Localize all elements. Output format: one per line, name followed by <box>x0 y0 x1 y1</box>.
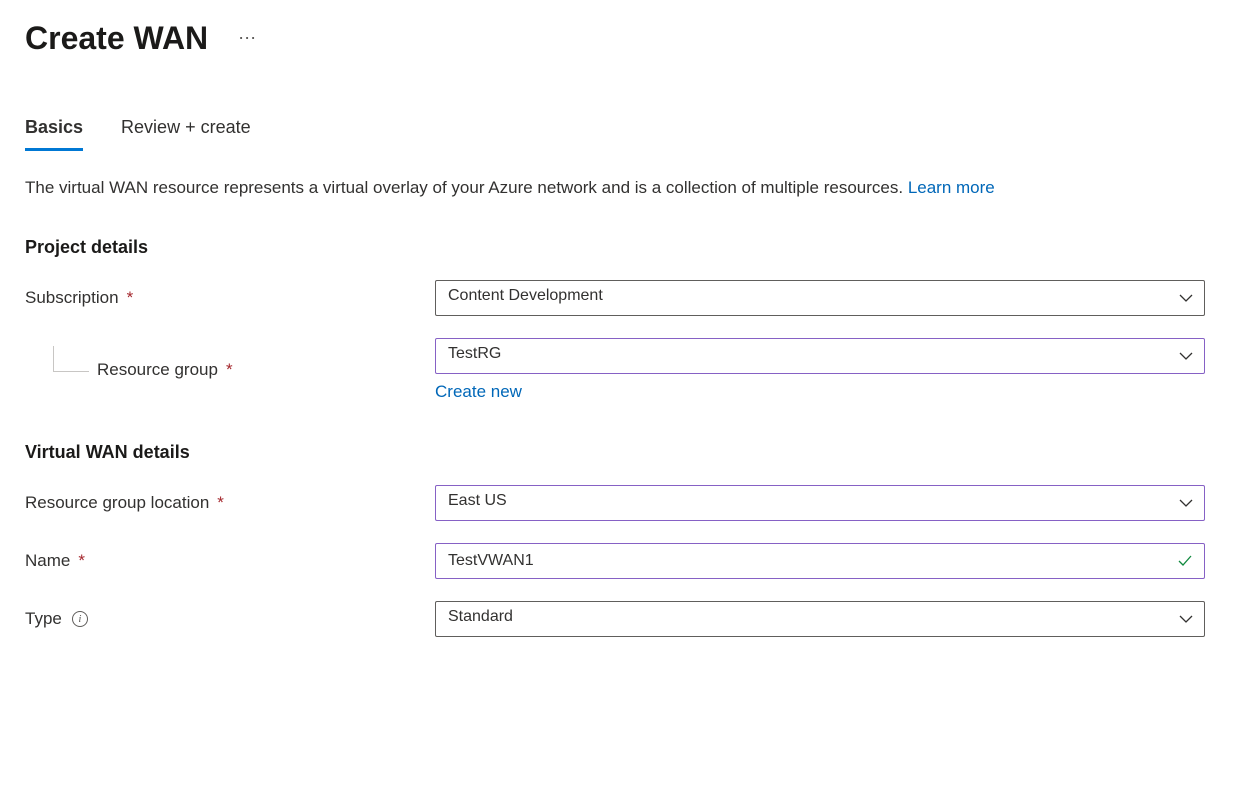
row-type: Type i Standard <box>25 601 1221 637</box>
tab-review-create[interactable]: Review + create <box>121 117 251 151</box>
subscription-select[interactable]: Content Development <box>435 280 1205 316</box>
row-subscription: Subscription * Content Development <box>25 280 1221 316</box>
section-title-vwan-details: Virtual WAN details <box>25 442 1221 463</box>
label-subscription: Subscription * <box>25 288 435 308</box>
description-body: The virtual WAN resource represents a vi… <box>25 178 908 197</box>
resource-group-select[interactable]: TestRG <box>435 338 1205 374</box>
row-name: Name * <box>25 543 1221 579</box>
section-vwan-details: Virtual WAN details Resource group locat… <box>25 442 1221 637</box>
type-select[interactable]: Standard <box>435 601 1205 637</box>
tabs: Basics Review + create <box>25 117 1221 151</box>
label-resource-group: Resource group * <box>25 360 435 380</box>
label-type: Type i <box>25 609 435 629</box>
info-icon[interactable]: i <box>72 611 88 627</box>
more-icon[interactable]: ⋯ <box>238 28 258 49</box>
section-project-details: Project details Subscription * Content D… <box>25 237 1221 402</box>
name-input[interactable] <box>435 543 1205 579</box>
required-indicator: * <box>78 551 85 571</box>
learn-more-link[interactable]: Learn more <box>908 178 995 197</box>
label-name: Name * <box>25 551 435 571</box>
required-indicator: * <box>127 288 134 308</box>
description-text: The virtual WAN resource represents a vi… <box>25 175 1205 201</box>
row-location: Resource group location * East US <box>25 485 1221 521</box>
location-select[interactable]: East US <box>435 485 1205 521</box>
row-resource-group: Resource group * TestRG Create new <box>25 338 1221 402</box>
create-new-link[interactable]: Create new <box>435 382 522 402</box>
required-indicator: * <box>226 360 233 380</box>
page-title: Create WAN <box>25 20 208 57</box>
label-location: Resource group location * <box>25 493 435 513</box>
section-title-project-details: Project details <box>25 237 1221 258</box>
required-indicator: * <box>217 493 224 513</box>
indent-connector <box>53 346 89 372</box>
tab-basics[interactable]: Basics <box>25 117 83 151</box>
